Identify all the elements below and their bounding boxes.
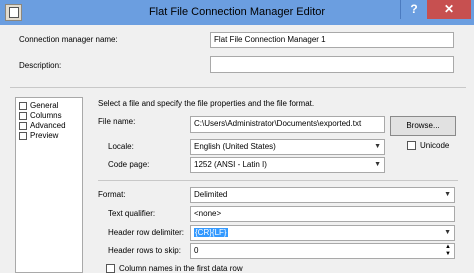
column-names-checkbox[interactable]: [106, 264, 115, 273]
locale-label: Locale:: [108, 142, 134, 151]
nav-item-general[interactable]: General: [19, 101, 58, 110]
description-input[interactable]: [210, 56, 454, 73]
format-select[interactable]: Delimited ▼: [190, 187, 455, 203]
nav-item-preview[interactable]: Preview: [19, 131, 58, 140]
page-nav: General Columns Advanced Preview: [15, 97, 83, 273]
connection-name-input[interactable]: Flat File Connection Manager 1: [210, 32, 454, 48]
locale-value: English (United States): [194, 142, 276, 151]
header-skip-label: Header rows to skip:: [108, 246, 181, 255]
connection-name-label: Connection manager name:: [19, 35, 118, 44]
spin-down-icon[interactable]: ▼: [445, 251, 451, 257]
code-page-select[interactable]: 1252 (ANSI - Latin I) ▼: [190, 157, 385, 173]
header-skip-value: 0: [194, 246, 199, 255]
format-value: Delimited: [194, 190, 228, 199]
close-button[interactable]: ✕: [427, 0, 471, 19]
header-delimiter-select[interactable]: {CR}{LF} ▼: [190, 225, 455, 241]
help-button[interactable]: ?: [400, 0, 427, 19]
header-delimiter-label: Header row delimiter:: [108, 228, 185, 237]
header-delimiter-value: {CR}{LF}: [194, 228, 228, 237]
chevron-down-icon: ▼: [374, 143, 381, 150]
description-label: Description:: [19, 61, 62, 70]
format-label: Format:: [98, 190, 126, 199]
unicode-checkbox[interactable]: [407, 141, 416, 150]
title-bar: Flat File Connection Manager Editor ? ✕: [0, 0, 474, 25]
close-icon: ✕: [443, 2, 455, 16]
text-qualifier-label: Text qualifier:: [108, 209, 156, 218]
page-icon: [19, 101, 27, 110]
instructions-text: Select a file and specify the file prope…: [98, 99, 315, 108]
page-icon: [19, 131, 27, 140]
chevron-down-icon: ▼: [374, 161, 381, 168]
browse-button[interactable]: Browse...: [390, 116, 456, 136]
spin-up-icon[interactable]: ▲: [445, 244, 451, 250]
unicode-label: Unicode: [420, 141, 450, 150]
code-page-value: 1252 (ANSI - Latin I): [194, 160, 267, 169]
locale-select[interactable]: English (United States) ▼: [190, 139, 385, 155]
text-qualifier-input[interactable]: <none>: [190, 206, 455, 222]
chevron-down-icon: ▼: [444, 191, 451, 198]
nav-item-advanced[interactable]: Advanced: [19, 121, 66, 130]
file-name-label: File name:: [98, 117, 136, 126]
separator: [98, 180, 458, 181]
column-names-label: Column names in the first data row: [119, 264, 243, 273]
header-skip-stepper[interactable]: 0 ▲ ▼: [190, 243, 455, 259]
page-icon: [19, 111, 27, 120]
nav-item-columns[interactable]: Columns: [19, 111, 62, 120]
code-page-label: Code page:: [108, 160, 150, 169]
file-name-input[interactable]: C:\Users\Administrator\Documents\exporte…: [190, 116, 385, 133]
chevron-down-icon: ▼: [444, 229, 451, 236]
help-icon: ?: [410, 2, 418, 16]
separator: [10, 87, 466, 88]
page-icon: [19, 121, 27, 130]
